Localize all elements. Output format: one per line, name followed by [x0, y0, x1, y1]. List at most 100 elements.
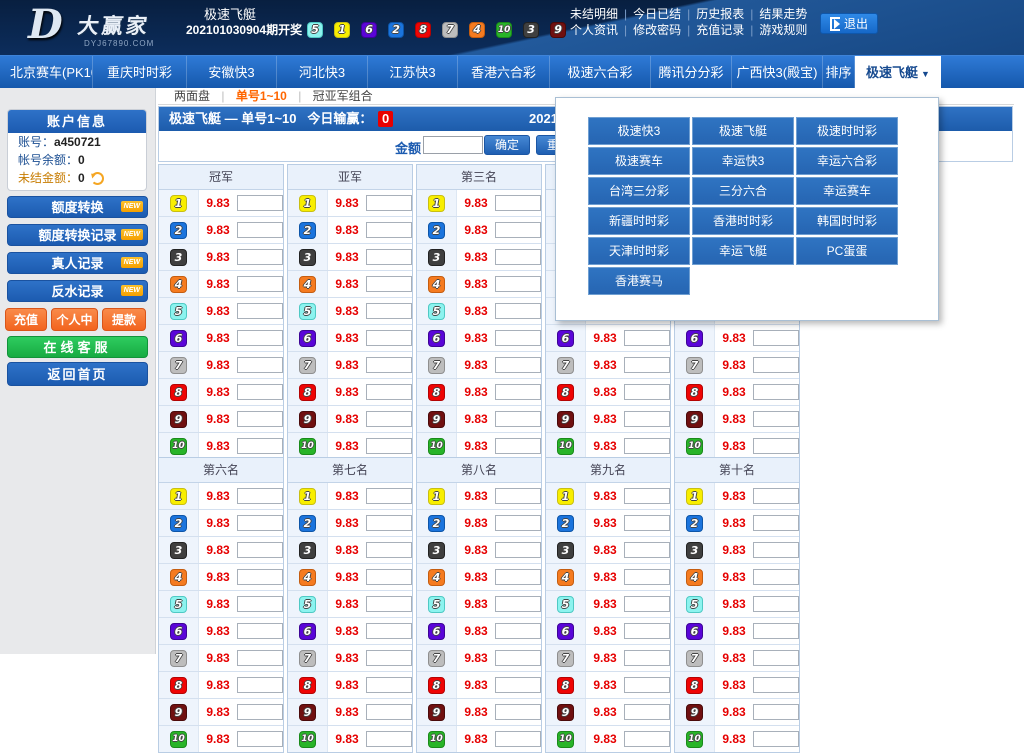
bet-amount-input[interactable]: [366, 222, 412, 238]
bet-amount-input[interactable]: [495, 623, 541, 639]
bet-amount-input[interactable]: [366, 303, 412, 319]
bet-amount-input[interactable]: [753, 488, 799, 504]
bet-amount-input[interactable]: [495, 677, 541, 693]
sidebar-menu-item[interactable]: 额度转换NEW: [7, 196, 148, 218]
bet-amount-input[interactable]: [237, 357, 283, 373]
dropdown-item[interactable]: 极速飞艇: [692, 117, 794, 145]
tab-two-sides[interactable]: 两面盘: [174, 89, 210, 103]
bet-amount-input[interactable]: [366, 276, 412, 292]
nav-tab-9[interactable]: 排序: [823, 56, 855, 88]
bet-amount-input[interactable]: [624, 623, 670, 639]
bet-amount-input[interactable]: [495, 330, 541, 346]
bet-amount-input[interactable]: [753, 623, 799, 639]
bet-amount-input[interactable]: [495, 704, 541, 720]
sidebar-menu-item[interactable]: 反水记录NEW: [7, 280, 148, 302]
nav-tab-7[interactable]: 腾讯分分彩: [651, 56, 732, 88]
dropdown-item[interactable]: 极速快3: [588, 117, 690, 145]
confirm-button[interactable]: 确定: [484, 135, 530, 155]
dropdown-item[interactable]: 极速赛车: [588, 147, 690, 175]
bet-amount-input[interactable]: [495, 438, 541, 454]
bet-amount-input[interactable]: [624, 677, 670, 693]
quick-button-3[interactable]: 提款: [102, 308, 146, 331]
dropdown-item[interactable]: 幸运六合彩: [796, 147, 898, 175]
bet-amount-input[interactable]: [624, 731, 670, 747]
bet-amount-input[interactable]: [237, 569, 283, 585]
bet-amount-input[interactable]: [753, 330, 799, 346]
bet-amount-input[interactable]: [753, 542, 799, 558]
bet-amount-input[interactable]: [753, 357, 799, 373]
bet-amount-input[interactable]: [237, 488, 283, 504]
header-link-结果走势[interactable]: 结果走势: [759, 7, 807, 21]
sidebar-menu-item[interactable]: 额度转换记录NEW: [7, 224, 148, 246]
bet-amount-input[interactable]: [366, 569, 412, 585]
bet-amount-input[interactable]: [753, 731, 799, 747]
bet-amount-input[interactable]: [366, 438, 412, 454]
bet-amount-input[interactable]: [495, 249, 541, 265]
header-link-修改密码[interactable]: 修改密码: [633, 23, 681, 37]
bet-amount-input[interactable]: [753, 704, 799, 720]
bet-amount-input[interactable]: [495, 195, 541, 211]
sidebar-menu-item[interactable]: 真人记录NEW: [7, 252, 148, 274]
bet-amount-input[interactable]: [237, 596, 283, 612]
bet-amount-input[interactable]: [495, 731, 541, 747]
bet-amount-input[interactable]: [495, 384, 541, 400]
bet-amount-input[interactable]: [237, 438, 283, 454]
bet-amount-input[interactable]: [237, 411, 283, 427]
bet-amount-input[interactable]: [624, 650, 670, 666]
bet-amount-input[interactable]: [237, 384, 283, 400]
nav-tab-3[interactable]: 河北快3: [277, 56, 368, 88]
bet-amount-input[interactable]: [624, 542, 670, 558]
nav-tab-active[interactable]: 极速飞艇▼: [855, 56, 941, 88]
bet-amount-input[interactable]: [624, 330, 670, 346]
bet-amount-input[interactable]: [495, 650, 541, 666]
bet-amount-input[interactable]: [366, 384, 412, 400]
bet-amount-input[interactable]: [495, 569, 541, 585]
bet-amount-input[interactable]: [495, 515, 541, 531]
bet-amount-input[interactable]: [495, 411, 541, 427]
bet-amount-input[interactable]: [366, 650, 412, 666]
dropdown-item[interactable]: 极速时时彩: [796, 117, 898, 145]
bet-amount-input[interactable]: [495, 488, 541, 504]
bet-amount-input[interactable]: [237, 222, 283, 238]
bet-amount-input[interactable]: [237, 303, 283, 319]
bet-amount-input[interactable]: [237, 704, 283, 720]
bet-amount-input[interactable]: [495, 276, 541, 292]
nav-tab-0[interactable]: 北京赛车(PK10): [10, 56, 93, 88]
bet-amount-input[interactable]: [237, 650, 283, 666]
bet-amount-input[interactable]: [753, 677, 799, 693]
quick-button-1[interactable]: 充值: [5, 308, 47, 331]
dropdown-item[interactable]: 幸运赛车: [796, 177, 898, 205]
bet-amount-input[interactable]: [366, 357, 412, 373]
bet-amount-input[interactable]: [237, 330, 283, 346]
bet-amount-input[interactable]: [366, 623, 412, 639]
nav-tab-2[interactable]: 安徽快3: [187, 56, 277, 88]
bet-amount-input[interactable]: [366, 542, 412, 558]
nav-tab-8[interactable]: 广西快3(殿宝): [732, 56, 823, 88]
bet-amount-input[interactable]: [366, 596, 412, 612]
dropdown-item[interactable]: 韩国时时彩: [796, 207, 898, 235]
bet-amount-input[interactable]: [624, 438, 670, 454]
bet-amount-input[interactable]: [753, 569, 799, 585]
bet-amount-input[interactable]: [495, 303, 541, 319]
header-link-充值记录[interactable]: 充值记录: [696, 23, 744, 37]
bet-amount-input[interactable]: [237, 542, 283, 558]
bet-amount-input[interactable]: [624, 704, 670, 720]
nav-tab-1[interactable]: 重庆时时彩: [93, 56, 187, 88]
dropdown-item[interactable]: 香港赛马: [588, 267, 690, 295]
header-link-未结明细[interactable]: 未结明细: [570, 7, 618, 21]
dropdown-item[interactable]: 幸运飞艇: [692, 237, 794, 265]
bet-amount-input[interactable]: [366, 704, 412, 720]
header-link-游戏规则[interactable]: 游戏规则: [759, 23, 807, 37]
quick-button-2[interactable]: 个人中心: [51, 308, 98, 331]
bet-amount-input[interactable]: [495, 357, 541, 373]
bet-amount-input[interactable]: [366, 488, 412, 504]
bet-amount-input[interactable]: [366, 731, 412, 747]
bet-amount-input[interactable]: [237, 677, 283, 693]
bet-amount-input[interactable]: [753, 384, 799, 400]
bet-amount-input[interactable]: [495, 596, 541, 612]
amount-input[interactable]: [423, 136, 483, 154]
nav-tab-5[interactable]: 香港六合彩: [458, 56, 550, 88]
bet-amount-input[interactable]: [366, 677, 412, 693]
bet-amount-input[interactable]: [366, 411, 412, 427]
back-home-button[interactable]: 返回首页: [7, 362, 148, 386]
